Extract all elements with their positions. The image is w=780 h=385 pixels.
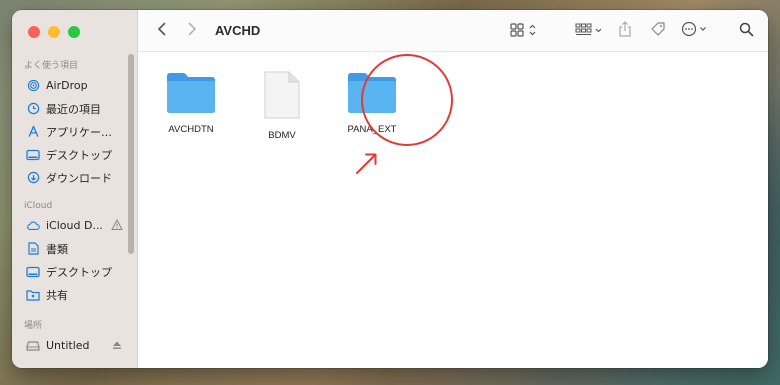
minimize-button[interactable] bbox=[48, 26, 60, 38]
annotation-arrow-icon bbox=[354, 150, 380, 180]
main-content: AVCHD AVCHDTN BDMV PANA_EXT bbox=[138, 10, 768, 368]
icloud-icon bbox=[26, 219, 40, 233]
eject-icon[interactable] bbox=[111, 339, 123, 351]
file-item-document[interactable]: BDMV bbox=[242, 70, 322, 141]
file-name: BDMV bbox=[268, 130, 296, 141]
sidebar-item-label: 共有 bbox=[46, 288, 68, 302]
forward-button[interactable] bbox=[181, 20, 203, 42]
more-actions-button[interactable] bbox=[680, 20, 712, 42]
blank-document-icon bbox=[262, 70, 302, 124]
sidebar-item-desktop[interactable]: デスクトップ bbox=[12, 143, 137, 166]
sidebar-item-label: アプリケー… bbox=[46, 125, 112, 139]
share-icon bbox=[618, 21, 632, 41]
drive-icon bbox=[26, 339, 40, 353]
chevron-left-icon bbox=[157, 21, 167, 40]
sidebar-item-shared[interactable]: 共有 bbox=[12, 283, 137, 306]
sidebar-item-label: デスクトップ bbox=[46, 148, 112, 162]
group-grid-icon bbox=[575, 22, 605, 41]
close-button[interactable] bbox=[28, 26, 40, 38]
sidebar-item-label: AirDrop bbox=[46, 79, 88, 92]
sidebar-scrollbar[interactable] bbox=[128, 54, 134, 254]
zoom-button[interactable] bbox=[68, 26, 80, 38]
sidebar-section-locations: 場所 bbox=[24, 321, 43, 331]
toolbar-actions bbox=[508, 10, 768, 52]
sidebar-item-documents[interactable]: 書類 bbox=[12, 237, 137, 260]
window-controls bbox=[28, 26, 80, 38]
ellipsis-circle-icon bbox=[681, 21, 711, 41]
sidebar-item-airdrop[interactable]: AirDrop bbox=[12, 74, 137, 97]
search-button[interactable] bbox=[734, 20, 758, 42]
sidebar-item-applications[interactable]: アプリケー… bbox=[12, 120, 137, 143]
sidebar-section-favorites: よく使う項目 bbox=[24, 61, 79, 71]
sidebar-item-recents[interactable]: 最近の項目 bbox=[12, 97, 137, 120]
desktop-icon bbox=[26, 148, 40, 162]
sidebar: よく使う項目 AirDrop 最近の項目 アプリケー… デスクトップ ダウンロー… bbox=[12, 10, 138, 368]
tag-button[interactable] bbox=[646, 20, 670, 42]
file-name: AVCHDTN bbox=[168, 124, 214, 135]
group-button[interactable] bbox=[574, 20, 606, 42]
clock-icon bbox=[26, 102, 40, 116]
icon-grid-icon bbox=[510, 22, 540, 41]
download-icon bbox=[26, 171, 40, 185]
sidebar-section-icloud: iCloud bbox=[24, 201, 53, 211]
warning-icon bbox=[111, 218, 123, 231]
desktop-icon bbox=[26, 265, 40, 279]
airdrop-icon bbox=[26, 79, 40, 93]
sidebar-item-icloud-desktop[interactable]: デスクトップ bbox=[12, 260, 137, 283]
sidebar-item-icloud-drive[interactable]: iCloud D... bbox=[12, 214, 137, 237]
sidebar-item-label: Untitled bbox=[46, 339, 90, 352]
back-button[interactable] bbox=[151, 20, 173, 42]
sidebar-item-label: デスクトップ bbox=[46, 265, 112, 279]
toolbar: AVCHD bbox=[138, 10, 768, 52]
applications-icon bbox=[26, 125, 40, 139]
annotation-circle bbox=[361, 54, 453, 146]
sidebar-item-label: iCloud D... bbox=[46, 219, 103, 232]
folder-icon bbox=[165, 70, 217, 118]
sidebar-item-untitled-drive[interactable]: Untitled bbox=[12, 334, 137, 357]
share-button[interactable] bbox=[614, 20, 636, 42]
sidebar-item-downloads[interactable]: ダウンロード bbox=[12, 166, 137, 189]
document-icon bbox=[26, 242, 40, 256]
sidebar-item-label: ダウンロード bbox=[46, 171, 112, 185]
view-mode-button[interactable] bbox=[508, 20, 542, 42]
chevron-right-icon bbox=[187, 21, 197, 40]
tag-icon bbox=[650, 21, 666, 41]
search-icon bbox=[739, 22, 754, 41]
sidebar-item-label: 書類 bbox=[46, 242, 68, 256]
finder-window: よく使う項目 AirDrop 最近の項目 アプリケー… デスクトップ ダウンロー… bbox=[12, 10, 768, 368]
file-item-folder[interactable]: AVCHDTN bbox=[151, 70, 231, 135]
window-title: AVCHD bbox=[215, 23, 261, 38]
shared-folder-icon bbox=[26, 288, 40, 302]
sidebar-item-label: 最近の項目 bbox=[46, 102, 101, 116]
